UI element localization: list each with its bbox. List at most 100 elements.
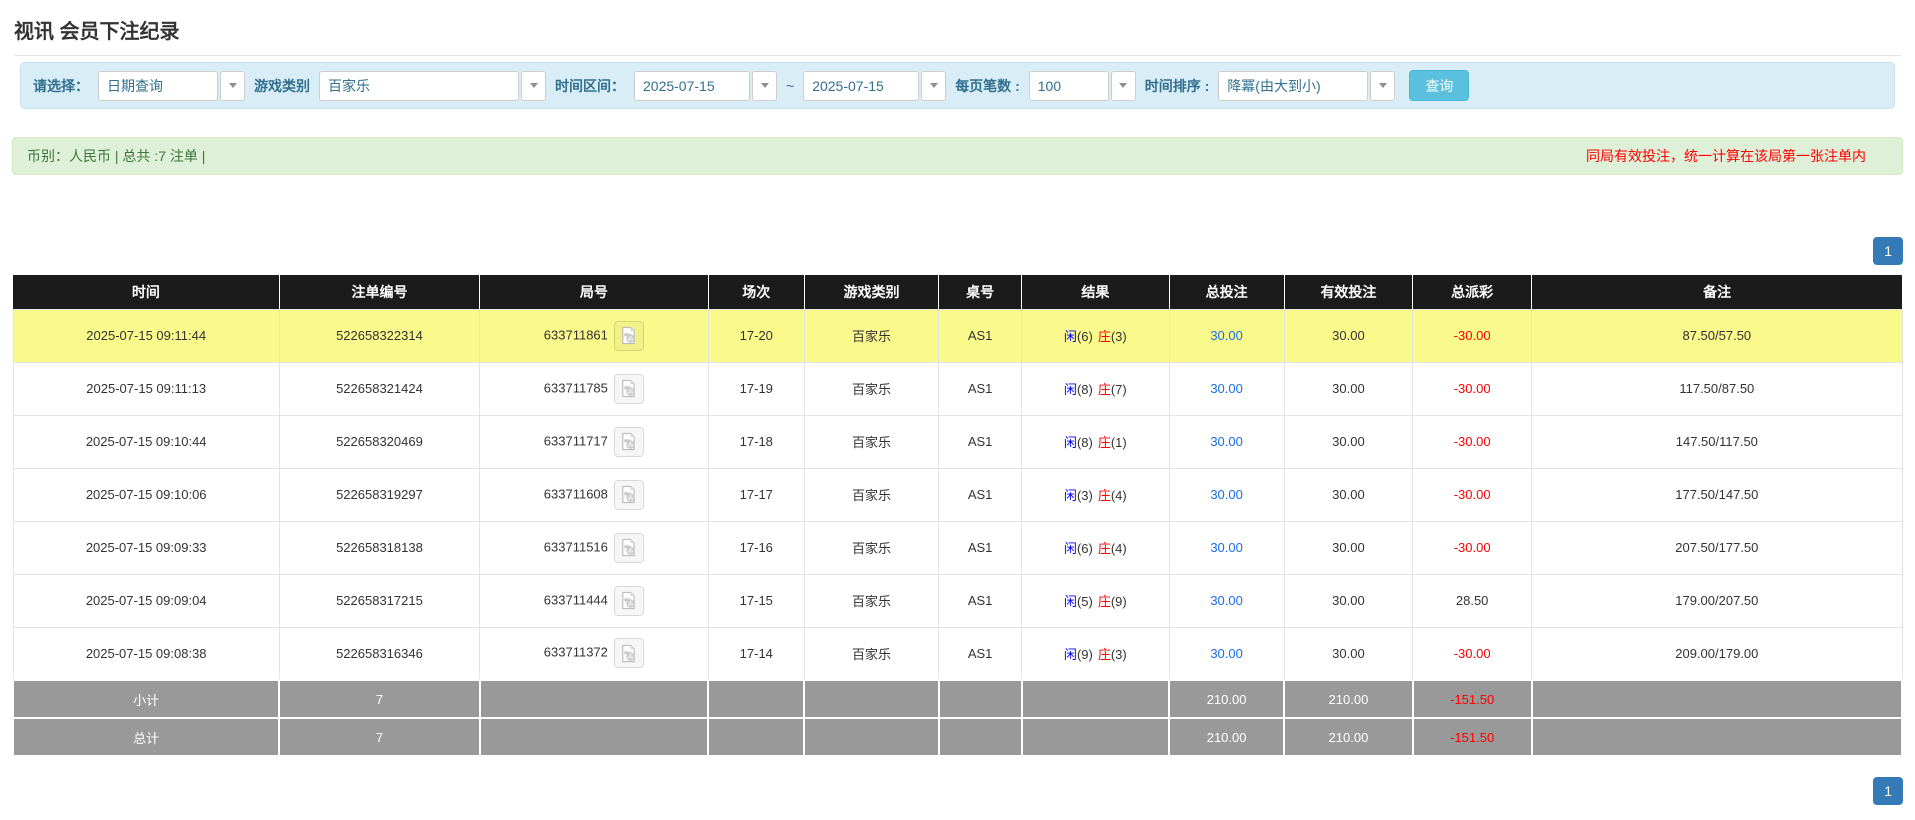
video-replay-button[interactable]	[613, 638, 644, 669]
caret-down-icon	[760, 83, 769, 88]
round-no-text: 633711861	[543, 327, 608, 343]
cell-total-bet: 30.00	[1168, 361, 1285, 416]
video-replay-button[interactable]	[613, 373, 644, 404]
page-title: 视讯 会员下注纪录	[14, 21, 180, 43]
select-type-dropdown-button[interactable]	[220, 70, 245, 101]
date-from-combo	[634, 70, 777, 101]
total-bet-link[interactable]: 30.00	[1210, 646, 1243, 661]
cell-remark: 147.50/117.50	[1531, 414, 1903, 469]
select-type-input[interactable]	[98, 70, 218, 101]
video-replay-button[interactable]	[613, 532, 644, 563]
page-size-input[interactable]	[1028, 70, 1109, 101]
result-banker-score: (4)	[1110, 541, 1127, 557]
table-row: 2025-07-15 09:09:33 522658318138 6337115…	[12, 520, 1903, 575]
page-1-button[interactable]: 1	[1873, 777, 1903, 806]
page-size-combo	[1028, 70, 1136, 101]
game-type-dropdown-button[interactable]	[521, 70, 546, 101]
result-player-label: 闲	[1063, 488, 1077, 504]
total-bet-link[interactable]: 30.00	[1210, 593, 1243, 608]
total-bet-link[interactable]: 30.00	[1210, 434, 1243, 449]
round-no-text: 633711717	[543, 433, 608, 449]
cell-session: 17-16	[707, 520, 805, 575]
time-sort-dropdown-button[interactable]	[1370, 70, 1396, 101]
cell-remark: 207.50/177.50	[1531, 520, 1903, 575]
cell-table-no: AS1	[938, 308, 1023, 363]
table-row: 2025-07-15 09:10:44 522658320469 6337117…	[12, 414, 1903, 469]
cell-time: 2025-07-15 09:09:04	[12, 573, 280, 628]
cell-game-type: 百家乐	[803, 626, 940, 681]
time-sort-input[interactable]	[1218, 70, 1369, 101]
video-replay-button[interactable]	[613, 585, 644, 616]
header-table-no: 桌号	[938, 275, 1023, 310]
cell-total-payout: -30.00	[1412, 414, 1533, 469]
result-player-score: (6)	[1076, 541, 1093, 557]
cell-time: 2025-07-15 09:08:38	[12, 626, 280, 681]
page-container: 视讯 会员下注纪录 请选择： 游戏类别 时间区间： ~ 每页笔数 : 时间排序 …	[0, 15, 1915, 806]
cell-round-no: 633711785	[479, 361, 709, 416]
cell-total-bet: 30.00	[1168, 467, 1285, 522]
currency-total-text: 币别：人民币 | 总共 :7 注单 |	[27, 148, 206, 164]
result-banker-score: (4)	[1110, 488, 1127, 504]
video-replay-button[interactable]	[613, 479, 644, 510]
cell-valid-bet: 30.00	[1283, 414, 1414, 469]
total-bet-link[interactable]: 30.00	[1210, 540, 1243, 555]
cell-remark: 117.50/87.50	[1531, 361, 1903, 416]
cell-total-bet: 30.00	[1168, 520, 1285, 575]
header-bet-no: 注单编号	[279, 275, 481, 310]
result-banker-score: (1)	[1110, 435, 1127, 451]
header-remark: 备注	[1531, 275, 1902, 310]
result-player-score: (8)	[1076, 435, 1093, 451]
header-total-bet: 总投注	[1169, 275, 1285, 310]
result-banker-label: 庄	[1097, 594, 1111, 610]
cell-time: 2025-07-15 09:10:06	[12, 467, 280, 522]
video-replay-button[interactable]	[613, 320, 644, 351]
cell-valid-bet: 30.00	[1283, 467, 1414, 522]
date-to-input[interactable]	[803, 70, 920, 101]
cell-valid-bet: 30.00	[1283, 573, 1414, 628]
cell-bet-no: 522658321424	[278, 361, 481, 416]
cell-bet-no: 522658319297	[278, 467, 481, 522]
total-bet-link[interactable]: 30.00	[1210, 381, 1243, 396]
search-button[interactable]: 查询	[1409, 70, 1470, 101]
date-to-dropdown-button[interactable]	[921, 70, 947, 101]
select-type-combo	[98, 70, 245, 101]
video-file-icon	[622, 327, 636, 345]
bet-records-table: 时间 注单编号 局号 场次 游戏类别 桌号 结果 总投注 有效投注 总派彩 备注…	[11, 275, 1904, 758]
cell-total-bet: 30.00	[1168, 414, 1285, 469]
total-bet-link[interactable]: 30.00	[1210, 487, 1243, 502]
cell-remark: 179.00/207.50	[1531, 573, 1903, 628]
cell-table-no: AS1	[938, 414, 1023, 469]
summary-total-payout: -151.50	[1411, 717, 1533, 758]
cell-table-no: AS1	[938, 573, 1023, 628]
cell-table-no: AS1	[938, 361, 1023, 416]
header-game-type: 游戏类别	[804, 275, 940, 310]
date-from-input[interactable]	[634, 70, 750, 101]
cell-round-no: 633711516	[479, 520, 709, 575]
summary-valid-bet: 210.00	[1283, 717, 1414, 758]
result-banker-label: 庄	[1097, 646, 1111, 662]
cell-total-payout: -30.00	[1412, 361, 1533, 416]
cell-total-payout: -30.00	[1412, 520, 1533, 575]
cell-round-no: 633711861	[479, 308, 709, 363]
cell-result: 闲(6) 庄(4)	[1021, 520, 1170, 575]
game-type-input[interactable]	[319, 70, 519, 101]
summary-bar: 币别：人民币 | 总共 :7 注单 | 同局有效投注，统一计算在该局第一张注单内	[12, 137, 1903, 175]
result-player-score: (9)	[1076, 646, 1093, 662]
date-from-dropdown-button[interactable]	[752, 70, 777, 101]
table-row: 2025-07-15 09:08:38 522658316346 6337113…	[12, 626, 1903, 681]
page-size-dropdown-button[interactable]	[1110, 70, 1136, 101]
cell-remark: 87.50/57.50	[1531, 308, 1903, 363]
video-replay-button[interactable]	[613, 426, 644, 457]
cell-result: 闲(5) 庄(9)	[1021, 573, 1170, 628]
pagination-bottom: 1	[12, 777, 1903, 806]
cell-result: 闲(8) 庄(1)	[1021, 414, 1170, 469]
caret-down-icon	[1119, 83, 1128, 88]
header-total-payout: 总派彩	[1412, 275, 1533, 310]
page-1-button[interactable]: 1	[1873, 237, 1903, 266]
valid-bet-notice-text: 同局有效投注，统一计算在该局第一张注单内	[1586, 148, 1866, 164]
header-valid-bet: 有效投注	[1284, 275, 1414, 310]
cell-session: 17-15	[707, 573, 805, 628]
total-bet-link[interactable]: 30.00	[1210, 328, 1243, 343]
result-player-score: (8)	[1076, 382, 1093, 398]
result-player-label: 闲	[1063, 435, 1077, 451]
